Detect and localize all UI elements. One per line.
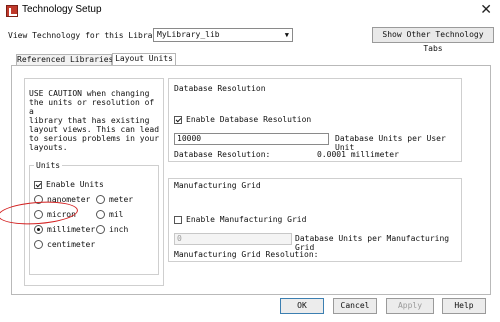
checkbox-checked-icon[interactable]: [34, 180, 42, 189]
manufacturing-grid-resolution-label: Manufacturing Grid Resolution:: [174, 250, 319, 259]
caution-box: USE CAUTION when changing the units or r…: [24, 78, 164, 286]
unit-option-inch[interactable]: inch: [96, 225, 128, 234]
layout-units-panel: USE CAUTION when changing the units or r…: [0, 65, 491, 295]
manufacturing-grid-group: Manufacturing Grid Enable Manufacturing …: [168, 178, 462, 262]
ok-button[interactable]: OK: [280, 298, 324, 314]
enable-manufacturing-grid-label: Enable Manufacturing Grid: [186, 215, 307, 224]
unit-option-meter[interactable]: meter: [96, 195, 133, 204]
unit-option-millimeter[interactable]: millimeter: [34, 225, 95, 234]
checkbox-checked-icon[interactable]: [174, 115, 182, 124]
app-icon: [6, 5, 18, 17]
library-select[interactable]: MyLibrary_lib ▼: [153, 28, 293, 42]
view-technology-label: View Technology for this Library:: [8, 31, 167, 40]
view-technology-row: View Technology for this Library: MyLibr…: [6, 27, 494, 53]
database-resolution-value: 0.0001 millimeter: [317, 150, 399, 159]
unit-option-nanometer[interactable]: nanometer: [34, 195, 90, 204]
help-button[interactable]: Help: [442, 298, 486, 314]
radio-icon[interactable]: [96, 210, 105, 219]
units-group: Units Enable Units nanometer meter micro…: [29, 161, 159, 275]
radio-icon[interactable]: [34, 240, 43, 249]
checkbox-icon[interactable]: [174, 215, 182, 224]
manufacturing-grid-units-label: Database Units per Manufacturing Grid: [295, 234, 450, 252]
units-group-title: Units: [34, 161, 63, 170]
unit-option-mil[interactable]: mil: [96, 210, 123, 219]
title-bar: Technology Setup ✕: [0, 0, 500, 22]
database-resolution-label: Database Resolution:: [174, 150, 271, 159]
database-resolution-title: Database Resolution: [174, 84, 266, 93]
unit-option-centimeter[interactable]: centimeter: [34, 240, 95, 249]
enable-units-checkbox[interactable]: Enable Units: [34, 180, 104, 189]
database-resolution-group: Database Resolution Enable Database Reso…: [168, 78, 462, 162]
manufacturing-grid-title: Manufacturing Grid: [174, 181, 261, 190]
chevron-down-icon: ▼: [284, 31, 289, 39]
enable-manufacturing-grid-checkbox[interactable]: Enable Manufacturing Grid: [174, 215, 306, 224]
database-units-input[interactable]: 10000: [174, 133, 329, 145]
unit-option-label: mil: [109, 210, 124, 219]
window-title: Technology Setup: [22, 4, 102, 15]
unit-option-micron[interactable]: micron: [34, 210, 76, 219]
close-icon[interactable]: ✕: [480, 2, 492, 18]
radio-icon[interactable]: [34, 210, 43, 219]
caution-text: USE CAUTION when changing the units or r…: [29, 89, 160, 152]
enable-database-resolution-checkbox[interactable]: Enable Database Resolution: [174, 115, 311, 124]
enable-units-label: Enable Units: [46, 180, 104, 189]
enable-database-resolution-label: Enable Database Resolution: [186, 115, 312, 124]
unit-option-label: millimeter: [47, 225, 96, 234]
manufacturing-grid-input[interactable]: 0: [174, 233, 292, 245]
unit-option-label: nanometer: [47, 195, 91, 204]
show-other-technology-tabs-button[interactable]: Show Other Technology Tabs: [372, 27, 494, 53]
library-select-value: MyLibrary_lib: [157, 30, 220, 39]
unit-option-label: inch: [109, 225, 129, 234]
unit-option-label: meter: [109, 195, 134, 204]
unit-option-label: micron: [47, 210, 76, 219]
unit-option-label: centimeter: [47, 240, 96, 249]
radio-selected-icon[interactable]: [34, 225, 43, 234]
radio-icon[interactable]: [96, 225, 105, 234]
radio-icon[interactable]: [34, 195, 43, 204]
apply-button[interactable]: Apply: [386, 298, 434, 314]
cancel-button[interactable]: Cancel: [333, 298, 377, 314]
radio-icon[interactable]: [96, 195, 105, 204]
